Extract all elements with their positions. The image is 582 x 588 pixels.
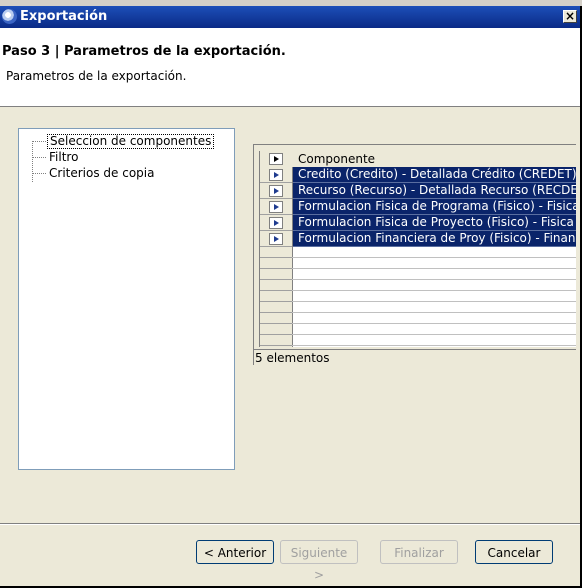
cell-componente[interactable]: Recurso (Recurso) - Detallada Recurso (R… <box>293 183 576 199</box>
title-bar[interactable]: Exportación × <box>0 6 580 28</box>
app-icon <box>2 9 17 24</box>
close-button[interactable]: × <box>563 10 577 23</box>
row-arrow-icon <box>269 201 283 213</box>
step-description: Parametros de la exportación. <box>6 69 187 83</box>
table-row[interactable]: Formulacion Financiera de Proy (Fisico) … <box>260 231 576 247</box>
row-arrow-icon <box>269 217 283 229</box>
header-arrow-icon[interactable] <box>269 153 283 165</box>
table-row[interactable]: Recurso (Recurso) - Detallada Recurso (R… <box>260 183 576 199</box>
step-title: Paso 3 | Parametros de la exportación. <box>2 44 286 59</box>
column-header-componente[interactable]: Componente <box>298 152 375 166</box>
cell-componente[interactable]: Formulacion Fisica de Programa (Fisico) … <box>293 199 576 215</box>
empty-row <box>260 247 576 258</box>
empty-row <box>260 335 576 346</box>
table-row[interactable]: Formulacion Fisica de Programa (Fisico) … <box>260 199 576 215</box>
row-arrow-icon <box>269 233 283 245</box>
table-row[interactable]: Credito (Credito) - Detallada Crédito (C… <box>260 167 576 183</box>
tree-item-label: Seleccion de componentes <box>47 134 215 149</box>
cell-componente[interactable]: Credito (Credito) - Detallada Crédito (C… <box>293 167 576 183</box>
grid-header-row: Componente <box>260 151 576 168</box>
empty-row <box>260 313 576 324</box>
empty-row <box>260 302 576 313</box>
components-grid-panel: Componente Credito (Credito) - Detallada… <box>253 144 576 365</box>
empty-row <box>260 269 576 280</box>
next-button[interactable]: Siguiente > <box>280 540 358 582</box>
cell-componente[interactable]: Formulacion Fisica de Proyecto (Fisico) … <box>293 215 576 231</box>
tree-item-label: Filtro <box>49 150 79 164</box>
empty-row <box>260 258 576 269</box>
finish-button[interactable]: Finalizar <box>380 540 458 564</box>
empty-row <box>260 324 576 335</box>
element-count: 5 elementos <box>255 351 330 365</box>
table-row[interactable]: Formulacion Fisica de Proyecto (Fisico) … <box>260 215 576 231</box>
components-grid[interactable]: Componente Credito (Credito) - Detallada… <box>259 151 576 347</box>
window-title: Exportación <box>20 9 108 24</box>
wizard-header: Paso 3 | Parametros de la exportación. P… <box>0 28 580 107</box>
parameters-tree: Seleccion de componentes Filtro Criterio… <box>18 128 235 470</box>
cancel-button[interactable]: Cancelar <box>475 540 553 564</box>
empty-row <box>260 280 576 291</box>
empty-row <box>260 291 576 302</box>
back-button[interactable]: < Anterior <box>196 540 274 564</box>
footer-separator <box>0 523 580 525</box>
tree-item-label: Criterios de copia <box>49 166 155 180</box>
tree-connector-line <box>32 141 34 182</box>
grid-status-bar: 5 elementos <box>254 349 576 365</box>
row-arrow-icon <box>269 185 283 197</box>
cell-componente[interactable]: Formulacion Financiera de Proy (Fisico) … <box>293 231 576 247</box>
export-dialog: Exportación × Paso 3 | Parametros de la … <box>0 6 582 588</box>
row-arrow-icon <box>269 169 283 181</box>
